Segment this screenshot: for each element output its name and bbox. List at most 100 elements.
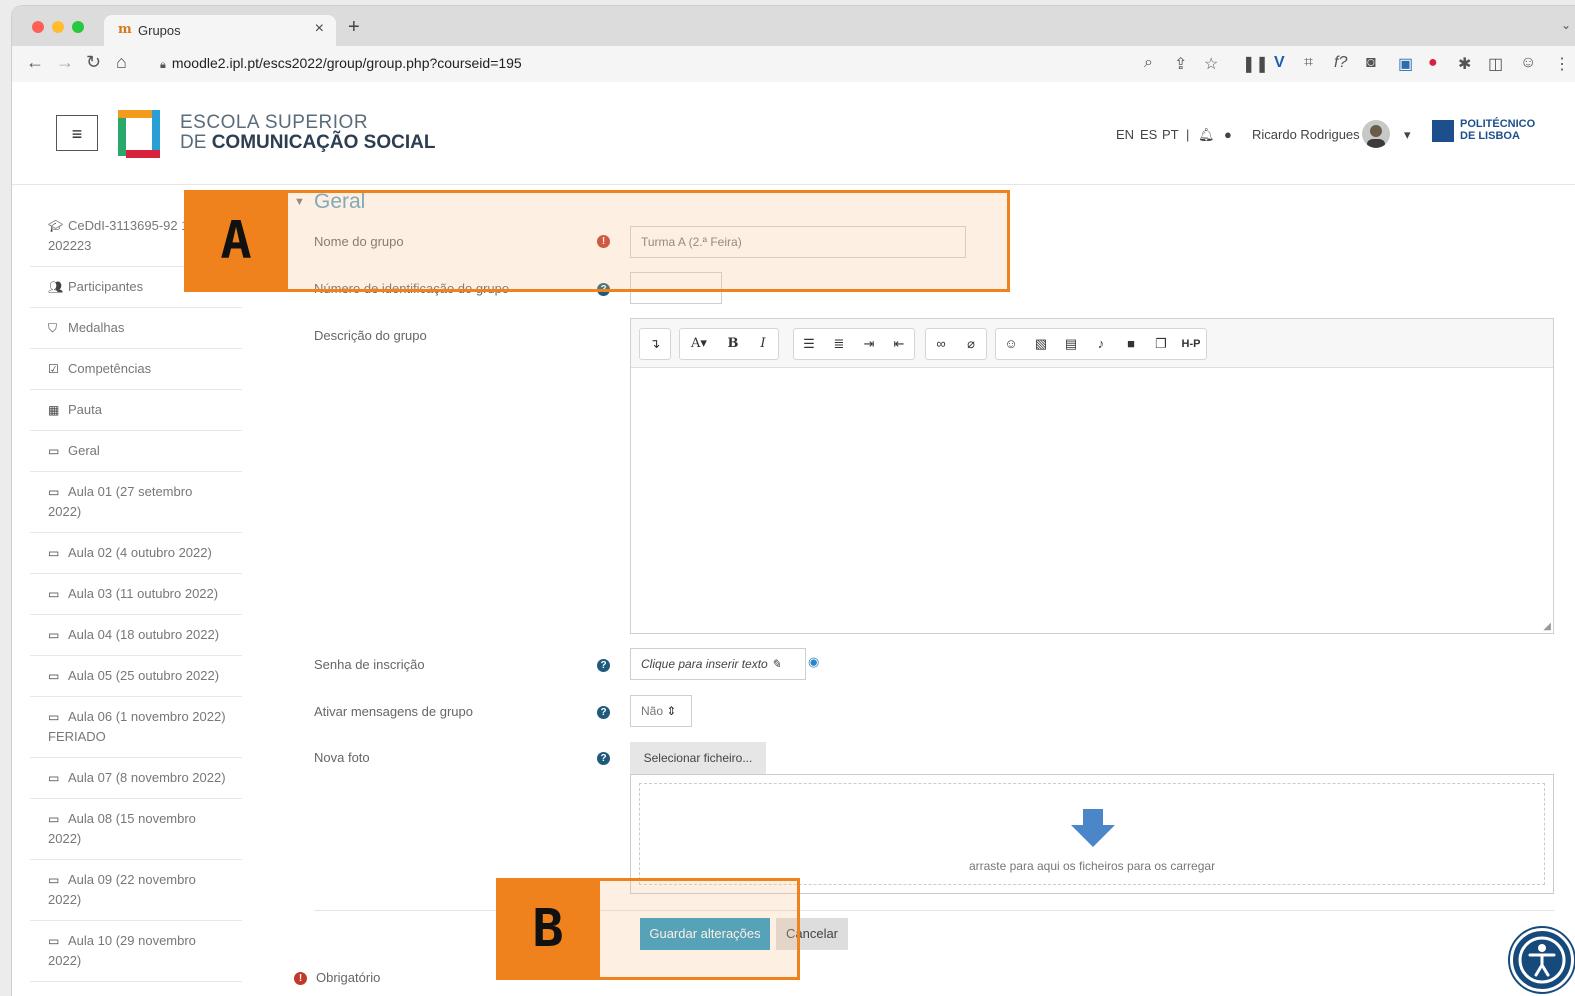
graduation-cap-icon: 🎓︎ (48, 219, 64, 233)
browser-window: m Grupos × + ⌄ ← → ↻ ⌂ 🔒︎ moodle2.ipl.pt/… (12, 6, 1575, 996)
close-window-button[interactable] (32, 21, 44, 33)
help-icon[interactable]: ? (597, 659, 610, 672)
sidebar-item[interactable]: ▭ Aula 03 (11 outubro 2022) (30, 574, 242, 615)
media-icon[interactable]: ▤ (1056, 329, 1086, 359)
sidebar-item[interactable]: ⛉ Medalhas (30, 308, 242, 349)
sidebar-item[interactable]: ▭ Aula 08 (15 novembro 2022) (30, 799, 242, 860)
sidebar-item[interactable]: ▭ Aula 02 (4 outubro 2022) (30, 533, 242, 574)
folder-icon: ▭ (48, 710, 60, 724)
copy-icon[interactable]: ❐ (1146, 329, 1176, 359)
browser-menu-icon[interactable]: ⋮ (1554, 54, 1570, 74)
bell-icon[interactable]: 🔔︎ (1198, 127, 1215, 143)
resize-handle-icon[interactable]: ◢ (1543, 621, 1551, 632)
link-icon[interactable]: ∞ (926, 329, 956, 359)
lang-en-link[interactable]: EN (1116, 127, 1134, 142)
folder-icon: ▭ (48, 444, 60, 458)
description-editor[interactable]: ↴ A▾ B I ☰ ≣ ⇥ ⇤ ∞ ⌀ ☺ ▧ ▤ ♪ ■ ❐ H-P ◢ (630, 318, 1554, 634)
site-header: ≡ ESCOLA SUPERIOR DE COMUNICAÇÃO SOCIAL … (12, 82, 1575, 185)
indent-icon[interactable]: ⇥ (854, 329, 884, 359)
profile-icon[interactable]: ☺ (1520, 54, 1536, 72)
brand-line2-prefix: DE (180, 132, 207, 153)
sidebar-item-label: Aula 10 (29 novembro 2022) (48, 933, 196, 968)
annotation-b-badge: B (496, 878, 600, 980)
browser-tab[interactable]: m Grupos × (104, 15, 336, 46)
sidebar-item[interactable]: ☑ Competências (30, 349, 242, 390)
help-icon[interactable]: ? (597, 706, 610, 719)
close-tab-icon[interactable]: × (315, 20, 324, 38)
outdent-icon[interactable]: ⇤ (884, 329, 914, 359)
extension-screen-icon[interactable]: ▣ (1398, 54, 1413, 74)
tab-search-icon[interactable]: ⌄ (1561, 18, 1571, 32)
select-file-button[interactable]: Selecionar ficheiro... (630, 742, 766, 774)
sidebar-item-label: Aula 08 (15 novembro 2022) (48, 811, 196, 846)
numbered-list-icon[interactable]: ≣ (824, 329, 854, 359)
user-menu-caret-icon[interactable]: ▾ (1404, 127, 1411, 143)
extension-camera-icon[interactable]: ◙ (1366, 54, 1376, 72)
accessibility-button[interactable] (1510, 928, 1574, 992)
extension-frame-icon[interactable]: ⌗ (1304, 54, 1313, 72)
forward-icon[interactable]: → (56, 52, 74, 73)
avatar[interactable] (1362, 120, 1390, 148)
sidebar-item-label: Aula 09 (22 novembro 2022) (48, 872, 196, 907)
sidebar-item[interactable]: ▭ Aula 09 (22 novembro 2022) (30, 860, 242, 921)
extension-red-icon[interactable]: ● (1428, 54, 1438, 72)
back-icon[interactable]: ← (26, 52, 44, 73)
lock-icon: 🔒︎ (160, 59, 166, 71)
extension-pause-icon[interactable]: ❚❚ (1242, 54, 1269, 74)
emoji-icon[interactable]: ☺ (996, 329, 1026, 359)
help-icon[interactable]: ? (597, 752, 610, 765)
italic-icon[interactable]: I (748, 329, 778, 359)
sidebar-item-label: Aula 05 (25 outubro 2022) (68, 668, 220, 683)
h5p-icon[interactable]: H-P (1176, 329, 1206, 359)
divider: | (1186, 127, 1190, 142)
sidebar-item[interactable]: ▭ Aula 10 (29 novembro 2022) (30, 921, 242, 982)
zoom-icon[interactable]: ⌕ (1144, 54, 1153, 72)
sidebar-item[interactable]: ▦ Pauta (30, 390, 242, 431)
brand-line2: DE COMUNICAÇÃO SOCIAL (180, 132, 435, 154)
extension-font-icon[interactable]: f? (1334, 54, 1347, 72)
sidebar-item[interactable]: ▭ Geral (30, 431, 242, 472)
enrol-key-field[interactable]: Clique para inserir texto ✎ (630, 648, 806, 680)
video-icon[interactable]: ■ (1116, 329, 1146, 359)
bookmark-star-icon[interactable]: ☆ (1204, 54, 1218, 74)
sidebar-item[interactable]: ▭ Aula 06 (1 novembro 2022) FERIADO (30, 697, 242, 758)
url-field[interactable]: 🔒︎ moodle2.ipl.pt/escs2022/group/group.ph… (160, 55, 522, 72)
reveal-eye-icon[interactable]: ◉ (808, 654, 819, 670)
toolbar-group: A▾ B I (679, 328, 779, 360)
reload-icon[interactable]: ↻ (86, 52, 101, 73)
microphone-icon[interactable]: ♪ (1086, 329, 1116, 359)
file-drop-zone[interactable]: arraste para aqui os ficheiros para os c… (630, 774, 1554, 894)
messaging-select[interactable]: Não ⇕ (630, 695, 692, 727)
lang-es-link[interactable]: ES (1140, 127, 1157, 142)
chat-icon[interactable]: ● (1224, 127, 1232, 142)
pencil-icon: ✎ (771, 657, 782, 671)
brand-line2-bold: COMUNICAÇÃO SOCIAL (211, 132, 436, 153)
menu-toggle-button[interactable]: ≡ (56, 115, 98, 151)
user-name[interactable]: Ricardo Rodrigues (1252, 127, 1360, 142)
extension-v-icon[interactable]: V (1274, 54, 1285, 72)
share-icon[interactable]: ⇪ (1174, 54, 1187, 74)
sidepanel-icon[interactable]: ◫ (1488, 54, 1503, 74)
sidebar-item[interactable]: ▭ Aula 05 (25 outubro 2022) (30, 656, 242, 697)
ipl-line2: DE LISBOA (1460, 130, 1520, 142)
sidebar-item-label: Aula 03 (11 outubro 2022) (68, 586, 219, 601)
maximize-window-button[interactable] (72, 21, 84, 33)
new-tab-icon[interactable]: + (348, 16, 360, 39)
sidebar-item[interactable]: ▭ Aula 07 (8 novembro 2022) (30, 758, 242, 799)
collapse-toolbar-icon[interactable]: ↴ (640, 329, 670, 359)
home-icon[interactable]: ⌂ (116, 52, 127, 73)
extensions-puzzle-icon[interactable]: ✱ (1458, 54, 1471, 74)
lang-pt-link[interactable]: PT (1162, 127, 1179, 142)
image-icon[interactable]: ▧ (1026, 329, 1056, 359)
description-label: Descrição do grupo (314, 328, 427, 343)
text-style-icon[interactable]: A▾ (680, 329, 718, 359)
bold-icon[interactable]: B (718, 329, 748, 359)
sidebar-item[interactable]: ▭ Aula 01 (27 setembro 2022) (30, 472, 242, 533)
bullet-list-icon[interactable]: ☰ (794, 329, 824, 359)
sidebar-item-label: Aula 07 (8 novembro 2022) (68, 770, 226, 785)
minimize-window-button[interactable] (52, 21, 64, 33)
sidebar-item[interactable]: ▭ Aula 04 (18 outubro 2022) (30, 615, 242, 656)
accessibility-icon (1518, 936, 1566, 984)
required-note: Obrigatório (316, 970, 381, 985)
unlink-icon[interactable]: ⌀ (956, 329, 986, 359)
